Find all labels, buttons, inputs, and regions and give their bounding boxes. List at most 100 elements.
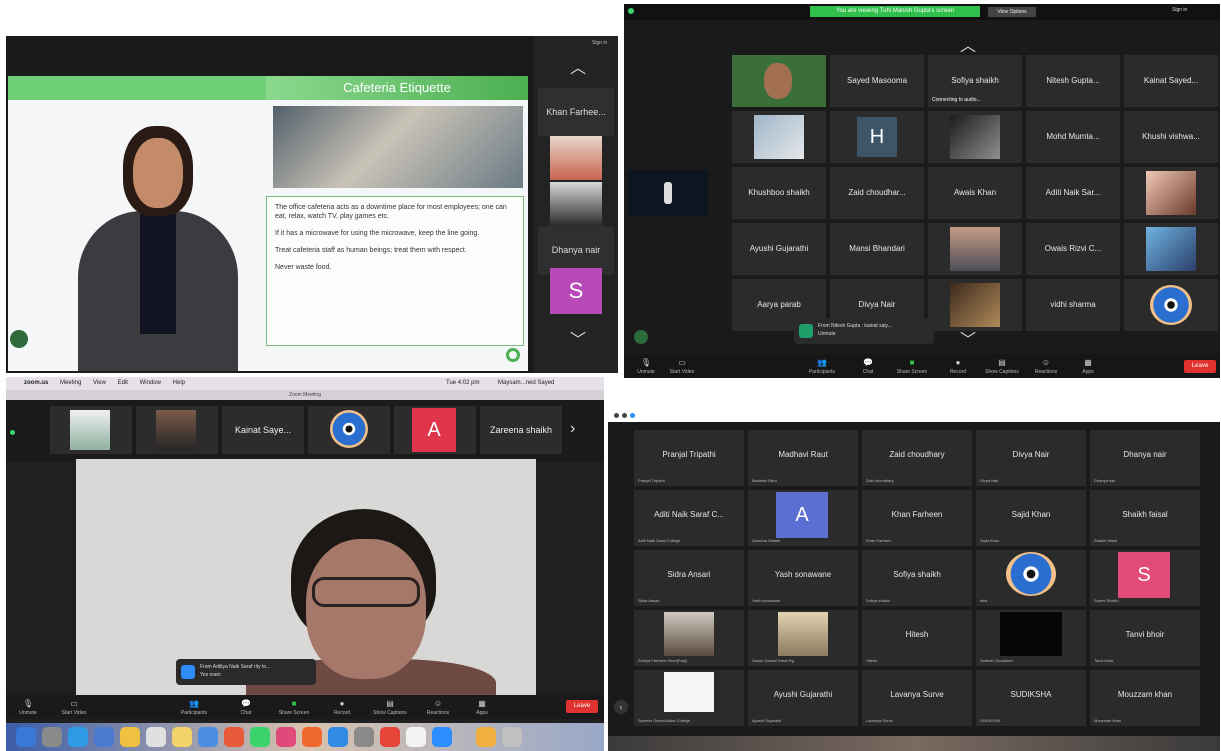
reactions-button[interactable]: ☺ Reactions — [420, 699, 456, 716]
participant-tile[interactable]: Dhanya nair — [538, 226, 614, 274]
participant-tile[interactable]: Lavanya Surve Lavanya Surve — [862, 670, 972, 726]
chevron-left-icon[interactable]: ‹ — [614, 700, 628, 714]
help-icon[interactable] — [380, 727, 400, 747]
sign-in-link[interactable]: Sign in — [592, 40, 607, 46]
video-button[interactable]: ▭ Start Video — [56, 699, 92, 716]
leave-button[interactable]: Leave — [1184, 360, 1216, 373]
participant-tile[interactable]: Zareena shaikh — [480, 406, 562, 454]
participant-video[interactable]: Sameer Oberoi/Asha College — [634, 670, 744, 726]
share-screen-button[interactable]: ■ Share Screen — [276, 699, 312, 716]
participant-tile[interactable]: Zaid choudhary Zaid choudhary — [862, 430, 972, 486]
participant-tile[interactable]: Aditi Naik Sar... — [1026, 167, 1120, 219]
mail-icon[interactable] — [94, 727, 114, 747]
stickies-icon[interactable] — [172, 727, 192, 747]
participant-tile[interactable]: Hitesh Hitesh — [862, 610, 972, 666]
participant-tile[interactable]: Shaikh faisal Shaikh faisal — [1090, 490, 1200, 546]
chat-button[interactable]: 💬 Chat — [850, 358, 886, 375]
participant-video[interactable]: Soniya Farheen Khan(Faqi) — [634, 610, 744, 666]
participant-tile[interactable]: Pranjal Tripathi Pranjal Tripathi — [634, 430, 744, 486]
share-screen-button[interactable]: ■ Share Screen — [894, 358, 930, 375]
participant-video[interactable] — [1124, 223, 1218, 275]
photos-icon[interactable] — [224, 727, 244, 747]
participants-button[interactable]: 👥 Participants — [176, 699, 212, 716]
record-button[interactable]: ● Record — [324, 699, 360, 716]
participant-tile[interactable]: Kainat Saye... — [222, 406, 304, 454]
chat-button[interactable]: 💬 Chat — [228, 699, 264, 716]
sign-in-link[interactable]: Sign in — [1172, 7, 1187, 13]
mute-button[interactable]: 🎙 Unmute — [10, 699, 46, 716]
participant-tile[interactable]: Sayed Masooma — [830, 55, 924, 107]
close-icon[interactable] — [614, 413, 619, 418]
participant-tile[interactable]: SUDIKSHA SUDIKSHA — [976, 670, 1086, 726]
leave-button[interactable]: Leave — [566, 700, 598, 713]
participant-tile[interactable]: Owais Rizvi C... — [1026, 223, 1120, 275]
menu-item[interactable]: Meeting — [60, 380, 81, 386]
captions-button[interactable]: ▤ Show Captions — [984, 358, 1020, 375]
participant-tile[interactable]: Mansi Bhandari — [830, 223, 924, 275]
appstore-icon[interactable] — [328, 727, 348, 747]
participant-tile[interactable]: Kainat Sayed... — [1124, 55, 1218, 107]
participant-tile[interactable]: Zaid choudhar... — [830, 167, 924, 219]
reactions-button[interactable]: ☺ Reactions — [1028, 358, 1064, 375]
participant-tile[interactable]: Sofiya shaikh Sofiya shaikh — [862, 550, 972, 606]
participant-tile[interactable]: Divya Nair Divya Nair — [976, 430, 1086, 486]
participant-avatar[interactable]: S — [550, 268, 602, 314]
participant-video[interactable] — [550, 182, 602, 226]
settings-icon[interactable] — [354, 727, 374, 747]
participant-tile[interactable]: H — [830, 111, 924, 163]
participant-tile[interactable]: Ayushi Gujarathi — [732, 223, 826, 275]
participant-video[interactable] — [550, 136, 602, 180]
participant-video[interactable] — [136, 406, 218, 454]
participant-tile[interactable]: Sofiya shaikh Connecting to audio... — [928, 55, 1022, 107]
participant-tile[interactable]: Madhavi Raut Madhavi Raut — [748, 430, 858, 486]
folder-icon[interactable] — [476, 727, 496, 747]
participant-video[interactable] — [732, 55, 826, 107]
participant-tile[interactable]: Sidra Ansari Sidra Ansari — [634, 550, 744, 606]
participant-video[interactable]: Sailesh Choudhari — [976, 610, 1086, 666]
notes-icon[interactable] — [120, 727, 140, 747]
participant-tile[interactable]: A Zareena Shaikh — [748, 490, 858, 546]
trash-icon[interactable] — [502, 727, 522, 747]
launchpad-icon[interactable] — [42, 727, 62, 747]
participant-tile[interactable]: Mohd Mumta... — [1026, 111, 1120, 163]
chevron-up-icon[interactable]: ︿ — [960, 32, 976, 56]
participant-tile[interactable]: Sajid Khan Sajid Khan — [976, 490, 1086, 546]
participant-tile[interactable]: Nitesh Gupta... — [1026, 55, 1120, 107]
keynote-icon[interactable] — [198, 727, 218, 747]
participant-tile[interactable]: Dhanya nair Dhanya nair — [1090, 430, 1200, 486]
zoom-window-icon[interactable] — [630, 413, 635, 418]
participant-tile[interactable]: Khan Farhee... — [538, 88, 614, 136]
chat-toast[interactable]: From Nitesh Gupta : kainat saiy... Unmut… — [794, 318, 934, 344]
record-button[interactable]: ● Record — [940, 358, 976, 375]
participant-video[interactable] — [1124, 167, 1218, 219]
participant-tile[interactable]: Awais Khan — [928, 167, 1022, 219]
participant-tile[interactable]: Aditi Naik Saraf C... Aditi Naik Saraf Co… — [634, 490, 744, 546]
participant-tile[interactable]: A — [394, 406, 476, 454]
chevron-down-icon[interactable]: ﹀ — [960, 326, 976, 350]
participant-tile[interactable]: Khushi vishwa... — [1124, 111, 1218, 163]
minimize-icon[interactable] — [622, 413, 627, 418]
menu-item[interactable]: Edit — [118, 380, 128, 386]
chat-toast[interactable]: From Aditiya Naik Saraf rity to... Yes m… — [176, 659, 316, 685]
chevron-down-icon[interactable]: ﹀ — [570, 326, 586, 350]
participant-video[interactable] — [50, 406, 132, 454]
participant-video[interactable] — [308, 406, 390, 454]
menu-item[interactable]: View — [93, 380, 106, 386]
apps-button[interactable]: ▦ Apps — [464, 699, 500, 716]
participant-tile[interactable]: Khushboo shaikh — [732, 167, 826, 219]
participant-tile[interactable]: Mouzzam khan Mouzzam khan — [1090, 670, 1200, 726]
participant-tile[interactable]: Yash sonawane Yash sonawane — [748, 550, 858, 606]
participant-video[interactable]: attiz — [976, 550, 1086, 606]
participant-video[interactable] — [928, 279, 1022, 331]
chevron-up-icon[interactable]: ︿ — [570, 54, 586, 78]
menu-item[interactable]: Window — [140, 380, 161, 386]
chevron-right-icon[interactable]: › — [570, 420, 575, 438]
participant-video[interactable] — [928, 111, 1022, 163]
participants-button[interactable]: 👥 Participants — [804, 358, 840, 375]
calendar-icon[interactable] — [146, 727, 166, 747]
podcasts-icon[interactable] — [302, 727, 322, 747]
finder-icon[interactable] — [16, 727, 36, 747]
participant-tile[interactable]: Ayushi Gujarathi Ayushi Gujarathi — [748, 670, 858, 726]
menu-item[interactable]: zoom.us — [24, 380, 48, 386]
music-icon[interactable] — [276, 727, 296, 747]
